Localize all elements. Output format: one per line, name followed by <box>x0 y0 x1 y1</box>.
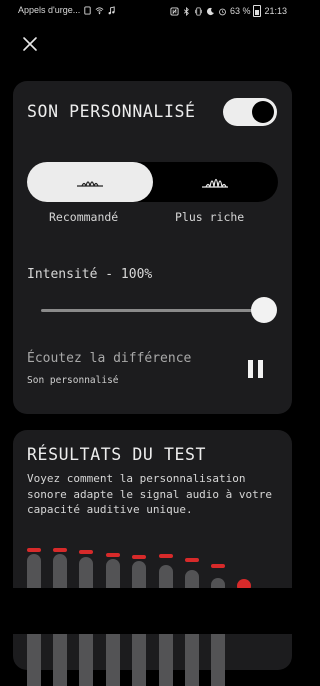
alarm-icon <box>219 8 226 15</box>
sim-icon <box>84 5 91 15</box>
bottom-overlay <box>0 588 305 634</box>
profile-option-richer[interactable] <box>152 162 278 202</box>
pause-icon[interactable] <box>247 360 265 378</box>
graph-marker <box>106 553 120 557</box>
section-title-test-results: RÉSULTATS DU TEST <box>27 445 207 464</box>
test-results-description: Voyez comment la personnalisation sonore… <box>27 472 273 517</box>
graph-marker <box>159 554 173 558</box>
moon-icon <box>206 7 214 15</box>
intensity-slider-track[interactable] <box>41 309 267 312</box>
graph-marker <box>211 564 225 568</box>
sound-profile-selector <box>27 162 278 202</box>
nfc-icon <box>170 6 179 16</box>
graph-marker <box>27 548 41 552</box>
battery-icon <box>253 5 262 17</box>
graph-marker <box>132 555 146 559</box>
vibrate-icon <box>194 6 202 16</box>
clock: 21:13 <box>264 6 287 16</box>
close-icon[interactable] <box>22 36 38 52</box>
listen-difference-subtitle: Son personnalisé <box>27 375 119 386</box>
wifi-icon <box>95 6 104 14</box>
personalized-sound-toggle[interactable] <box>223 98 277 126</box>
bluetooth-icon <box>183 6 189 16</box>
intensity-label: Intensité - 100% <box>27 267 153 282</box>
status-left-text: Appels d'urge... <box>18 5 81 15</box>
music-icon <box>108 5 115 14</box>
status-bar-left: Appels d'urge... <box>18 5 116 15</box>
test-results-card: RÉSULTATS DU TEST Voyez comment la perso… <box>13 430 292 686</box>
status-bar-right: 63 % 21:13 <box>170 5 287 17</box>
graph-marker <box>53 548 67 552</box>
personalized-sound-card: SON PERSONNALISÉ Recommandé Plus riche I… <box>13 81 292 414</box>
status-bar: Appels d'urge... 63 % 21:13 <box>0 0 305 22</box>
listen-difference-title: Écoutez la différence <box>27 351 192 366</box>
battery-percent: 63 % <box>229 6 251 16</box>
profile-option-recommended[interactable] <box>27 162 153 202</box>
graph-marker <box>185 558 199 562</box>
profile-label-richer: Plus riche <box>175 210 245 224</box>
section-title-personalized-sound: SON PERSONNALISÉ <box>27 102 196 121</box>
profile-label-recommended: Recommandé <box>49 210 119 224</box>
intensity-slider-thumb[interactable] <box>251 297 277 323</box>
waveform-soft-icon <box>77 181 103 187</box>
toggle-knob <box>252 101 274 123</box>
graph-marker <box>79 550 93 554</box>
waveform-rich-icon <box>202 178 228 188</box>
